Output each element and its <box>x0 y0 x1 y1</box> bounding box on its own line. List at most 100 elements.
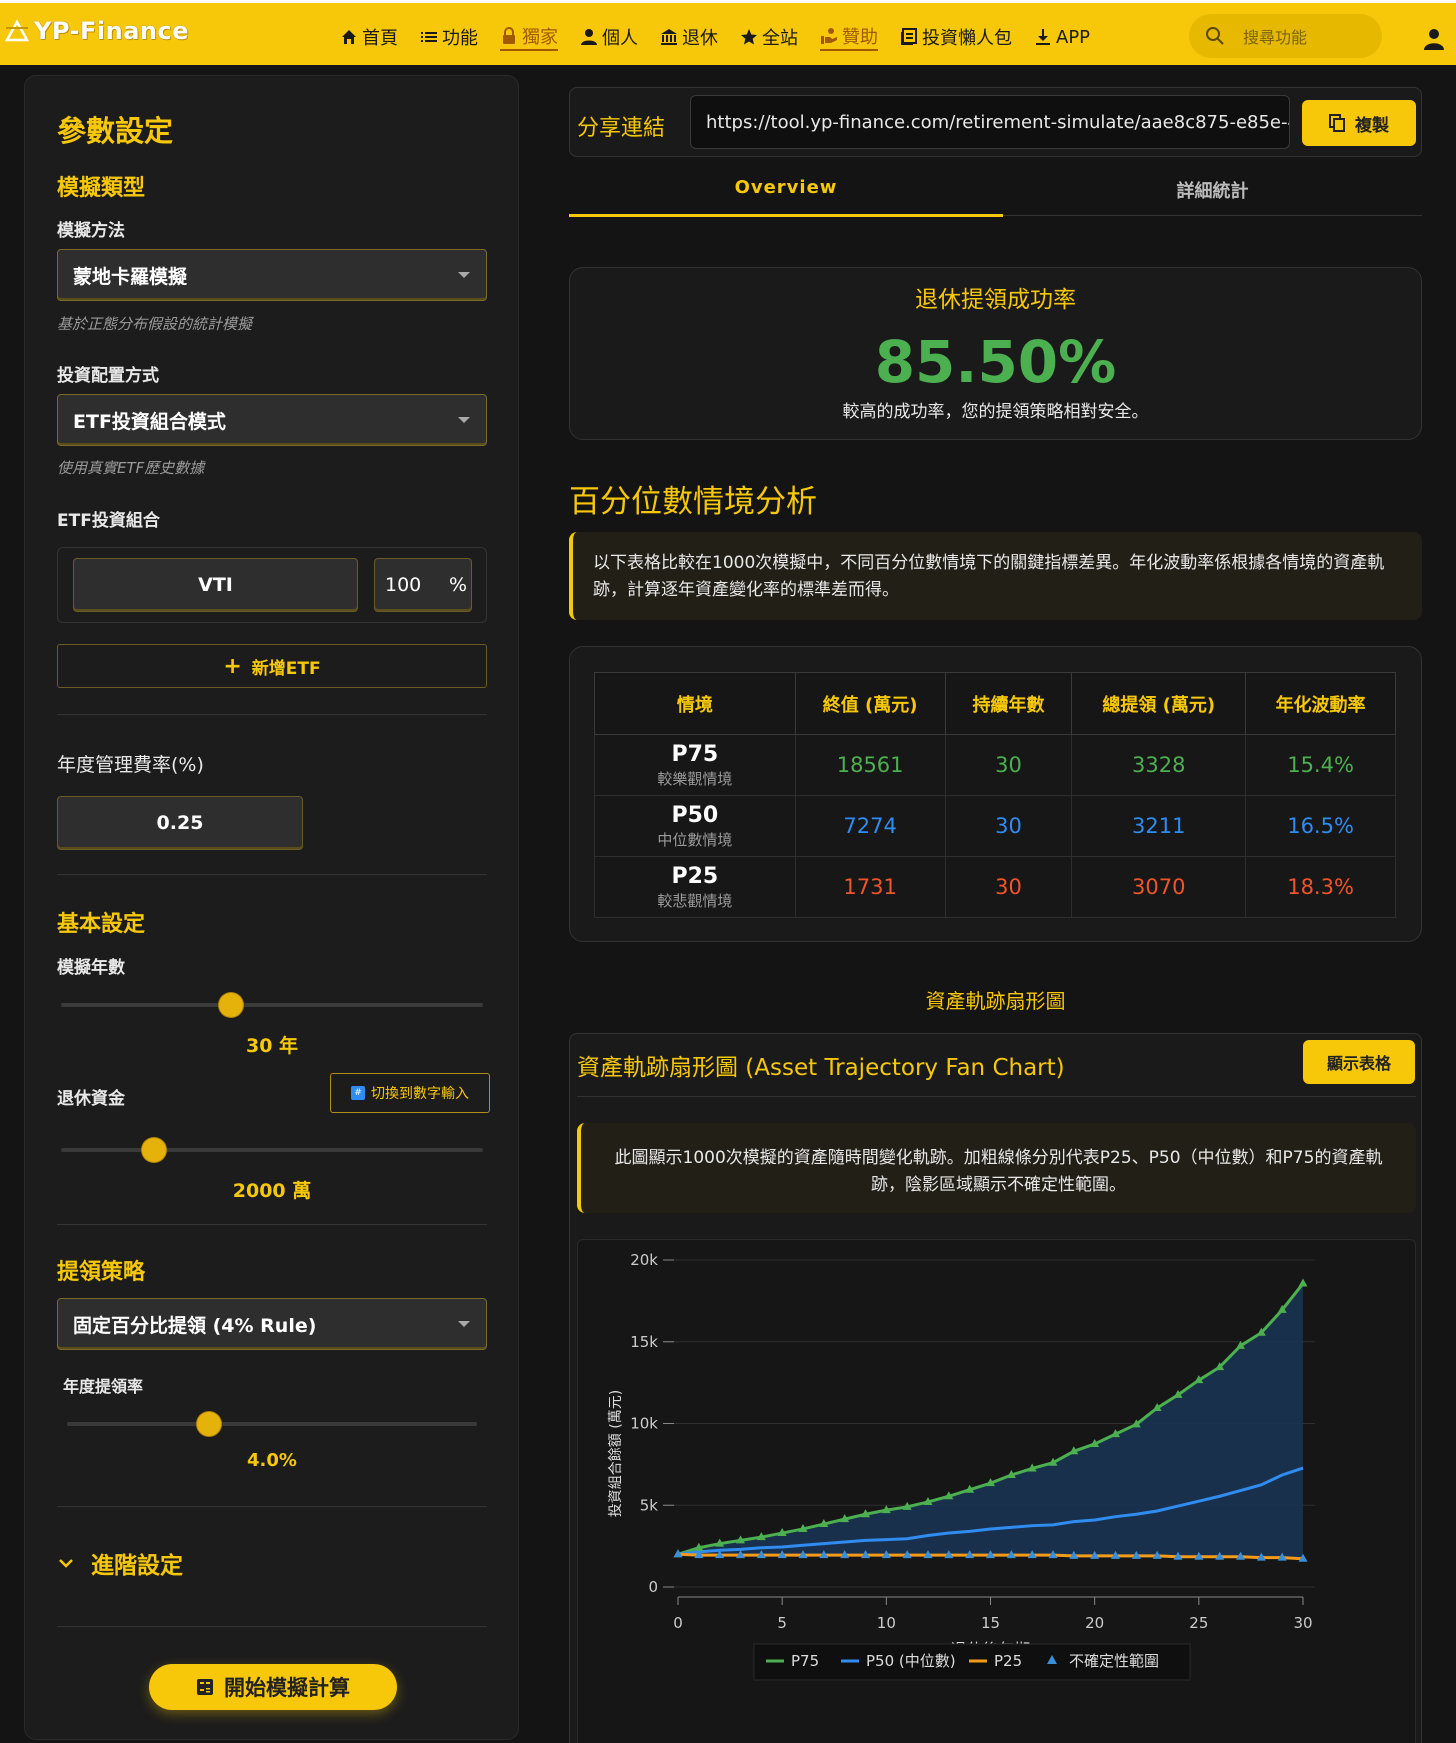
top-navbar: YP-Finance 首頁 功能 獨家 個人 退休 全站 贊助 投資懶人包 AP… <box>0 0 1456 65</box>
percentile-note: 以下表格比較在1000次模擬中，不同百分位數情境下的關鍵指標差異。年化波動率係根… <box>569 532 1422 620</box>
x-tick-label: 5 <box>777 1614 787 1632</box>
capital-slider-thumb[interactable] <box>142 1138 167 1162</box>
capital-input-toggle-button[interactable]: # 切換到數字輸入 <box>330 1073 490 1113</box>
percentile-table: 情境 終值 (萬元) 持續年數 總提領 (萬元) 年化波動率 P75 較樂觀情境 … <box>594 672 1396 918</box>
nav-item-guide[interactable]: 投資懶人包 <box>900 23 1012 51</box>
divider <box>57 1626 487 1627</box>
divider <box>57 714 487 715</box>
nav-item-home[interactable]: 首頁 <box>340 23 398 51</box>
lock-icon <box>503 27 515 44</box>
strategy-select[interactable]: 固定百分比提領 (4% Rule) <box>57 1298 487 1350</box>
share-label: 分享連結 <box>577 116 666 141</box>
years-slider-thumb[interactable] <box>219 993 244 1017</box>
fan-chart-card: 資產軌跡扇形圖 (Asset Trajectory Fan Chart) 顯示表… <box>569 1033 1422 1743</box>
etf-weight-input[interactable]: 100 % <box>374 558 472 612</box>
percentile-table-card: 情境 終值 (萬元) 持續年數 總提領 (萬元) 年化波動率 P75 較樂觀情境 … <box>569 646 1422 942</box>
nav-item-features[interactable]: 功能 <box>420 23 478 51</box>
strategy-value: 固定百分比提領 (4% Rule) <box>73 1314 317 1337</box>
x-tick-label: 15 <box>981 1614 1000 1632</box>
sim-type-heading: 模擬類型 <box>57 176 146 201</box>
uncertainty-band <box>678 1283 1303 1559</box>
col-header: 總提領 (萬元) <box>1071 672 1247 735</box>
legend-label: 不確定性範圍 <box>1069 1652 1159 1670</box>
person-icon <box>581 29 597 45</box>
advanced-toggle[interactable]: 進階設定 <box>59 1546 183 1580</box>
add-etf-button[interactable]: + 新增ETF <box>57 644 487 688</box>
fan-chart-title: 資產軌跡扇形圖 (Asset Trajectory Fan Chart) <box>577 1055 1065 1081</box>
fee-input[interactable]: 0.25 <box>57 796 303 850</box>
legend-label: P75 <box>791 1652 819 1670</box>
chevron-down-icon <box>458 272 470 278</box>
y-tick-label: 15k <box>630 1333 658 1351</box>
legend-label: P25 <box>994 1652 1022 1670</box>
scenario-cell: P50 中位數情境 <box>594 795 796 857</box>
search-box[interactable]: 搜尋功能 <box>1189 14 1382 58</box>
volatility-cell: 15.4% <box>1245 734 1396 796</box>
alloc-select[interactable]: ETF投資組合模式 <box>57 394 487 446</box>
capital-slider[interactable] <box>57 1132 487 1168</box>
nav-item-exclusive[interactable]: 獨家 <box>500 23 558 51</box>
scenario-cell: P75 較樂觀情境 <box>594 734 796 796</box>
nav-item-personal[interactable]: 個人 <box>580 23 638 51</box>
brand[interactable]: YP-Finance <box>4 17 189 45</box>
rate-slider[interactable] <box>63 1406 481 1442</box>
y-tick-label: 5k <box>640 1496 659 1514</box>
y-tick-label: 10k <box>630 1415 658 1433</box>
nav-item-retire[interactable]: 退休 <box>660 23 718 51</box>
volatility-cell: 18.3% <box>1245 856 1396 918</box>
table-row: P50 中位數情境 7274 30 3211 16.5% <box>594 795 1396 857</box>
col-header: 終值 (萬元) <box>794 672 946 735</box>
book-icon <box>901 28 917 45</box>
method-label: 模擬方法 <box>57 221 125 241</box>
method-select[interactable]: 蒙地卡羅模擬 <box>57 249 487 301</box>
tab-detail-stats[interactable]: 詳細統計 <box>1003 177 1422 203</box>
x-tick-label: 0 <box>673 1614 683 1632</box>
fee-label: 年度管理費率(%) <box>57 754 204 776</box>
final-value-cell: 7274 <box>794 795 946 857</box>
show-table-button[interactable]: 顯示表格 <box>1303 1040 1415 1084</box>
nav-item-app[interactable]: APP <box>1034 23 1090 51</box>
years-cell: 30 <box>944 856 1073 918</box>
total-withdraw-cell: 3070 <box>1071 856 1247 918</box>
calculator-icon <box>197 1679 213 1695</box>
nav-item-site[interactable]: 全站 <box>740 23 798 51</box>
share-url-input[interactable]: https://tool.yp-finance.com/retirement-s… <box>690 95 1290 149</box>
nav-item-donate[interactable]: 贊助 <box>820 23 878 51</box>
rate-value: 4.0% <box>247 1450 297 1471</box>
brand-logo-icon <box>4 19 30 42</box>
start-simulation-button[interactable]: 開始模擬計算 <box>149 1664 397 1710</box>
col-header: 持續年數 <box>944 672 1073 735</box>
table-row: P75 較樂觀情境 18561 30 3328 15.4% <box>594 734 1396 796</box>
y-axis-label: 投資組合餘額 (萬元) <box>607 1390 624 1517</box>
bank-icon <box>661 29 677 45</box>
total-withdraw-cell: 3211 <box>1071 795 1247 857</box>
fan-chart-svg: 05k10k15k20k051015202530退休後年期投資組合餘額 (萬元)… <box>607 1251 1315 1681</box>
tab-overview[interactable]: Overview <box>569 177 1003 217</box>
y-tick-label: 20k <box>630 1251 658 1269</box>
years-slider[interactable] <box>57 987 487 1023</box>
user-icon[interactable] <box>1422 27 1446 51</box>
nav-menu: 首頁 功能 獨家 個人 退休 全站 贊助 投資懶人包 APP <box>340 23 1090 51</box>
chevron-down-icon <box>458 1321 470 1327</box>
success-rate-title: 退休提領成功率 <box>915 287 1076 313</box>
etf-ticker-select[interactable]: VTI <box>73 558 358 612</box>
percentile-title: 百分位數情境分析 <box>569 484 817 520</box>
years-cell: 30 <box>944 795 1073 857</box>
method-hint: 基於正態分布假設的統計模擬 <box>57 315 253 333</box>
x-tick-label: 10 <box>877 1614 896 1632</box>
final-value-cell: 18561 <box>794 734 946 796</box>
copy-button[interactable]: 複製 <box>1302 100 1416 146</box>
divider <box>57 1224 487 1225</box>
rate-slider-thumb[interactable] <box>196 1412 221 1436</box>
chart-area: 05k10k15k20k051015202530退休後年期投資組合餘額 (萬元)… <box>577 1239 1416 1743</box>
etf-row: VTI 100 % <box>57 547 487 623</box>
panel-title: 參數設定 <box>57 114 174 148</box>
capital-label: 退休資金 <box>57 1089 125 1109</box>
home-icon <box>342 30 356 44</box>
x-tick-label: 20 <box>1085 1614 1104 1632</box>
success-rate-desc: 較高的成功率，您的提領策略相對安全。 <box>842 402 1149 422</box>
divider <box>57 1506 487 1507</box>
search-input[interactable]: 搜尋功能 <box>1243 24 1307 48</box>
parameter-panel: 參數設定 模擬類型 模擬方法 蒙地卡羅模擬 基於正態分布假設的統計模擬 投資配置… <box>24 75 519 1740</box>
copy-icon <box>1329 114 1345 132</box>
